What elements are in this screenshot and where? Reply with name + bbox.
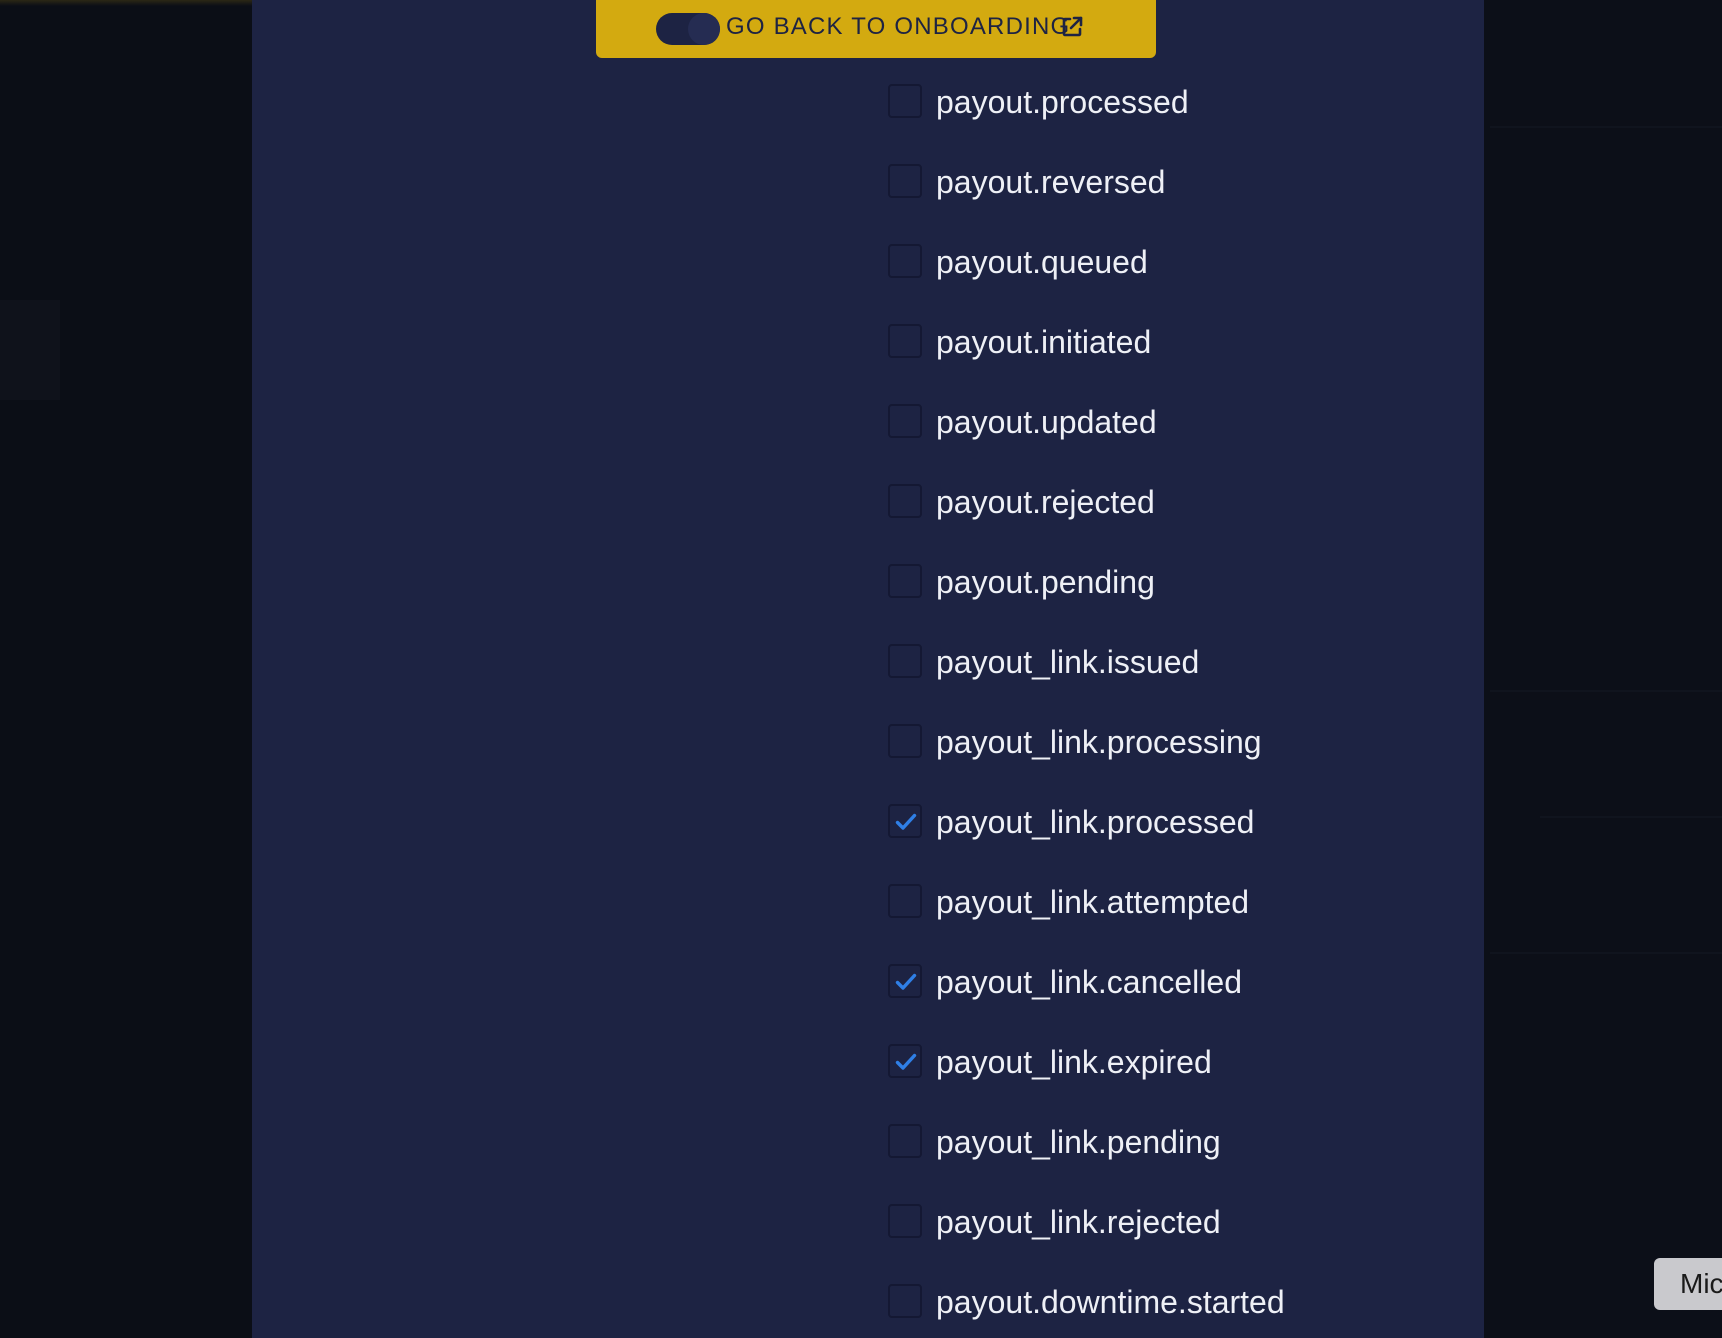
event-checkbox-item[interactable]: payout_link.expired (888, 1022, 1388, 1102)
event-checkbox-item[interactable]: payout.downtime.started (888, 1262, 1388, 1338)
event-label: payout.pending (936, 564, 1155, 600)
event-checkbox[interactable] (888, 724, 922, 758)
onboarding-button-label: GO BACK TO ONBOARDING (726, 13, 1071, 40)
event-checkbox[interactable] (888, 1204, 922, 1238)
background-divider (1490, 690, 1722, 692)
event-checkbox-item[interactable]: payout_link.rejected (888, 1182, 1388, 1262)
checkmark-icon (895, 973, 917, 990)
background-divider (1490, 952, 1722, 954)
event-checkbox-item[interactable]: payout.pending (888, 542, 1388, 622)
mic-button-label: Mic (1680, 1268, 1722, 1299)
event-checkbox[interactable] (888, 84, 922, 118)
event-checkbox-item[interactable]: payout.processed (888, 62, 1388, 142)
event-checkbox[interactable] (888, 804, 922, 838)
event-checkbox-item[interactable]: payout_link.cancelled (888, 942, 1388, 1022)
event-checkbox-item[interactable]: payout.updated (888, 382, 1388, 462)
event-checkbox-item[interactable]: payout_link.processed (888, 782, 1388, 862)
event-checkbox[interactable] (888, 164, 922, 198)
event-checkbox[interactable] (888, 324, 922, 358)
mic-button[interactable]: Mic (1654, 1258, 1722, 1310)
event-checkbox-item[interactable]: payout.initiated (888, 302, 1388, 382)
event-checkbox-item[interactable]: payout_link.attempted (888, 862, 1388, 942)
background-divider (1490, 126, 1722, 128)
event-label: payout_link.rejected (936, 1204, 1221, 1240)
event-checkbox[interactable] (888, 404, 922, 438)
toggle-icon (656, 13, 720, 45)
event-checkbox[interactable] (888, 964, 922, 998)
event-checkbox[interactable] (888, 1284, 922, 1318)
event-label: payout.downtime.started (936, 1284, 1285, 1320)
event-checkbox-item[interactable]: payout.reversed (888, 142, 1388, 222)
external-link-icon (1062, 16, 1083, 37)
event-label: payout_link.processing (936, 724, 1262, 760)
event-label: payout.processed (936, 84, 1189, 120)
event-label: payout.rejected (936, 484, 1155, 520)
go-back-to-onboarding-button[interactable]: GO BACK TO ONBOARDING (596, 0, 1156, 58)
event-checkbox[interactable] (888, 644, 922, 678)
event-label: payout_link.pending (936, 1124, 1221, 1160)
event-checkbox[interactable] (888, 884, 922, 918)
event-label: payout_link.processed (936, 804, 1255, 840)
event-checkbox-item[interactable]: payout.queued (888, 222, 1388, 302)
background-card (0, 300, 60, 400)
event-checkbox[interactable] (888, 564, 922, 598)
event-label: payout_link.cancelled (936, 964, 1242, 1000)
background-right-panel (1484, 0, 1722, 1338)
background-divider (1540, 816, 1722, 818)
event-checkbox[interactable] (888, 1044, 922, 1078)
event-label: payout.initiated (936, 324, 1152, 360)
event-label: payout_link.issued (936, 644, 1200, 680)
event-checkbox-list: payout.processed payout.reversed payout.qu… (888, 62, 1388, 1338)
event-checkbox-item[interactable]: payout_link.processing (888, 702, 1388, 782)
event-checkbox[interactable] (888, 1124, 922, 1158)
event-checkbox[interactable] (888, 484, 922, 518)
event-label: payout.queued (936, 244, 1148, 280)
checkmark-icon (895, 1053, 917, 1070)
event-checkbox-item[interactable]: payout_link.issued (888, 622, 1388, 702)
page: GO BACK TO ONBOARDING payout.processed pa… (0, 0, 1722, 1338)
event-label: payout.reversed (936, 164, 1166, 200)
event-label: payout.updated (936, 404, 1157, 440)
event-label: payout_link.attempted (936, 884, 1250, 920)
webhook-events-modal: GO BACK TO ONBOARDING payout.processed pa… (252, 0, 1484, 1338)
checkmark-icon (895, 813, 917, 830)
event-checkbox-item[interactable]: payout.rejected (888, 462, 1388, 542)
event-checkbox-item[interactable]: payout_link.pending (888, 1102, 1388, 1182)
event-label: payout_link.expired (936, 1044, 1212, 1080)
toggle-knob (688, 13, 720, 45)
event-checkbox[interactable] (888, 244, 922, 278)
